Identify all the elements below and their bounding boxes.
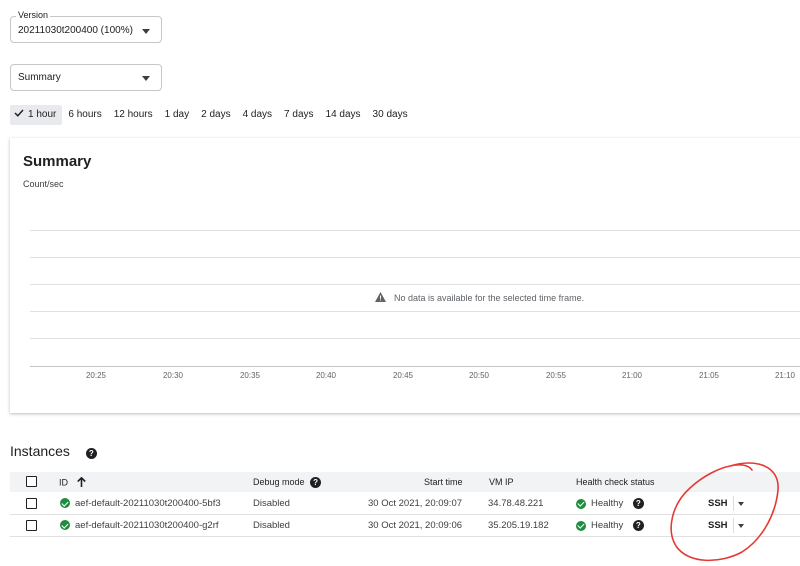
instance-id-text: aef-default-20211030t200400-g2rf [75,520,219,531]
column-header-start-time[interactable]: Start time [424,477,463,487]
check-circle-icon [576,498,586,509]
check-icon [14,105,24,125]
check-circle-icon [60,520,70,531]
time-range-label: 1 day [164,109,190,120]
chart-gridline [30,284,800,285]
chart-gridline [30,230,800,231]
instance-id-text: aef-default-20211030t200400-5bf3 [75,498,221,509]
column-header-health[interactable]: Health check status [576,477,655,487]
instance-id[interactable]: aef-default-20211030t200400-5bf3 [60,498,221,509]
time-range-label: 6 hours [68,109,102,120]
chart-title: Summary [23,153,92,170]
health-status-text: Healthy [591,498,624,510]
help-icon[interactable]: ? [310,477,322,489]
column-header-label: ID [59,477,68,488]
health-status-text: Healthy [591,520,624,532]
chart-x-axis [30,366,800,367]
health-status: Healthy ? [576,498,644,509]
x-tick-label: 20:35 [239,371,261,380]
time-range-label: 4 days [242,109,273,120]
start-time-value: 30 Oct 2021, 20:09:06 [368,520,463,531]
help-icon[interactable]: ? [632,498,644,509]
time-range-7-days[interactable]: 7 days [278,105,319,125]
check-circle-icon [60,498,70,509]
summary-chart-card: Summary Count/sec No data is available f… [10,138,800,413]
x-tick-label: 20:50 [468,371,490,380]
no-data-message: No data is available for the selected ti… [375,292,584,304]
column-header-label: Debug mode [253,477,305,487]
time-range-label: 2 days [201,109,231,120]
chevron-down-icon [142,76,150,81]
time-range-label: 1 hour [28,109,57,120]
help-icon[interactable]: ? [85,448,97,459]
check-circle-icon [576,520,586,531]
time-range-30-days[interactable]: 30 days [367,105,414,125]
time-range-6-hours[interactable]: 6 hours [62,105,107,125]
metric-select[interactable]: Summary [10,64,162,91]
column-header-id[interactable]: ID [59,476,86,489]
warning-icon [375,292,386,304]
chevron-down-icon [142,29,150,34]
column-header-vm-ip[interactable]: VM IP [489,477,514,487]
x-tick-label: 20:55 [545,371,567,380]
health-status: Healthy ? [576,520,644,531]
no-data-text: No data is available for the selected ti… [394,293,585,303]
time-range-1-day[interactable]: 1 day [159,105,195,125]
version-select[interactable]: 20211030t200400 (100%) [10,16,162,43]
time-range-14-days[interactable]: 14 days [320,105,367,125]
time-range-label: 30 days [372,109,408,120]
time-range-1-hour[interactable]: 1 hour [10,105,63,125]
chart-gridline [30,338,800,339]
debug-mode-value: Disabled [253,498,290,509]
select-all-checkbox[interactable] [26,476,37,487]
time-range-selector: 1 hour 6 hours 12 hours 1 day 2 days 4 d… [10,105,414,125]
chart-gridline [30,257,800,258]
row-checkbox[interactable] [26,520,37,531]
arrow-up-icon [76,476,86,489]
metric-select-value: Summary [18,72,61,83]
column-header-debug-mode[interactable]: Debug mode ? [253,477,322,489]
x-tick-label: 21:00 [621,371,643,380]
x-tick-label: 20:40 [315,371,337,380]
x-tick-label: 20:30 [162,371,184,380]
instances-title: Instances ? [10,443,97,459]
x-tick-label: 20:45 [392,371,414,380]
time-range-label: 7 days [284,109,314,120]
vm-ip-value: 35.205.19.182 [488,520,549,531]
annotation-circle [670,462,779,562]
vm-ip-value: 34.78.48.221 [488,498,544,509]
time-range-4-days[interactable]: 4 days [237,105,278,125]
chart-gridline [30,311,800,312]
start-time-value: 30 Oct 2021, 20:09:07 [368,498,463,509]
version-select-label: Version [16,10,51,20]
time-range-label: 14 days [325,109,361,120]
time-range-2-days[interactable]: 2 days [195,105,236,125]
debug-mode-value: Disabled [253,520,290,531]
x-tick-label: 20:25 [85,371,107,380]
instances-title-text: Instances [10,443,70,459]
x-tick-label: 21:05 [698,371,720,380]
help-icon[interactable]: ? [632,520,644,531]
version-select-value: 20211030t200400 (100%) [18,25,133,36]
chart-unit: Count/sec [23,179,64,189]
instance-id[interactable]: aef-default-20211030t200400-g2rf [60,520,219,531]
time-range-label: 12 hours [113,109,153,120]
row-checkbox[interactable] [26,498,37,509]
time-range-12-hours[interactable]: 12 hours [108,105,159,125]
x-tick-label: 21:10 [774,371,796,380]
